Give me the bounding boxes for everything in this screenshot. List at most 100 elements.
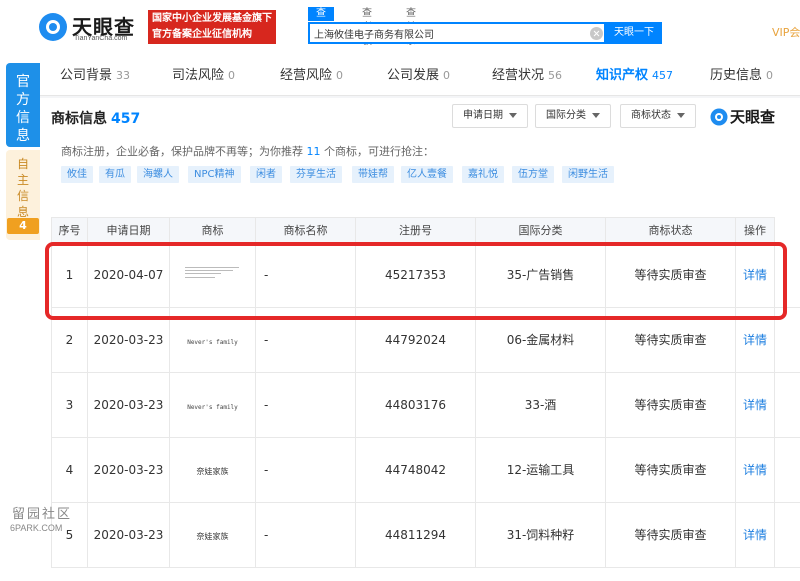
recommend-tag[interactable]: 带娃帮 (352, 166, 394, 183)
recommend-tag[interactable]: 海螺人 (137, 166, 179, 183)
table-row: 4 2020-03-23 奈娃家族 - 44748042 12-运输工具 等待实… (51, 438, 800, 503)
side-self-count-badge: 4 (7, 218, 39, 234)
side-tab-official-label: 官方信息 (16, 74, 30, 144)
cell-date: 2020-03-23 (88, 503, 170, 568)
cell-name: - (256, 438, 356, 503)
recommend-tag[interactable]: NPC精神 (188, 166, 241, 183)
tab-count: 56 (548, 69, 563, 82)
cell-mark-image[interactable]: 奈娃家族 (170, 503, 256, 568)
tab-count: 0 (766, 69, 774, 82)
recommend-tag[interactable]: 有瓜 (99, 166, 131, 183)
tab-business-status[interactable]: 经营状况 56 (492, 58, 562, 96)
recommend-count: 11 (306, 145, 321, 158)
recommend-tag[interactable]: 闲者 (250, 166, 282, 183)
trademark-image-text: 奈娃家族 (196, 532, 229, 541)
watermark-line1: 留园社区 (12, 507, 73, 522)
col-header-mark: 商标 (170, 217, 256, 243)
cell-reg-no: 44803176 (356, 373, 476, 438)
table-row: 3 2020-03-23 Never's family - 44803176 3… (51, 373, 800, 438)
filter-intl-class[interactable]: 国际分类 (535, 104, 611, 128)
filter-mark-status[interactable]: 商标状态 (620, 104, 696, 128)
tab-history-info[interactable]: 历史信息 0 (710, 58, 773, 96)
filter-apply-date[interactable]: 申请日期 (452, 104, 528, 128)
tab-operating-risk[interactable]: 经营风险 0 (280, 58, 343, 96)
col-header-no: 序号 (51, 217, 88, 243)
caret-down-icon (677, 112, 685, 118)
clear-icon[interactable] (590, 27, 603, 40)
cell-no: 3 (51, 373, 88, 438)
cell-mark-image[interactable]: 奈娃家族 (170, 438, 256, 503)
recommend-tag[interactable]: 闲野生活 (562, 166, 614, 183)
caret-down-icon (592, 112, 600, 118)
search-tab-company[interactable]: 查公司 (308, 7, 334, 47)
search-box (308, 22, 606, 44)
col-header-date: 申请日期 (88, 217, 170, 243)
cell-mark-image[interactable]: Never's family (170, 373, 256, 438)
search-input[interactable] (314, 26, 574, 41)
col-header-reg-no: 注册号 (356, 217, 476, 243)
section-title-count: 457 (111, 111, 141, 127)
tab-count: 0 (336, 69, 344, 82)
cell-status: 等待实质审查 (606, 373, 736, 438)
search-tab-relation[interactable]: 查关系 (398, 7, 424, 47)
tab-count: 33 (116, 69, 131, 82)
gov-badge-line1: 国家中小企业发展基金旗下 (152, 13, 272, 24)
cell-date: 2020-03-23 (88, 373, 170, 438)
tab-label: 知识产权 (596, 68, 649, 83)
trademark-image-text: 奈娃家族 (196, 467, 229, 476)
cell-name: - (256, 373, 356, 438)
cell-intl-class: 33-酒 (476, 373, 606, 438)
brand-text: 天眼查 (730, 108, 776, 126)
cell-status: 等待实质审查 (606, 438, 736, 503)
detail-link[interactable]: 详情 (736, 373, 775, 438)
caret-down-icon (509, 112, 517, 118)
trademark-card: 商标信息 457 申请日期 国际分类 商标状态 天眼查 商标注册，企业必备，保护品… (40, 98, 800, 581)
brand-mark-icon (710, 108, 728, 126)
tab-label: 公司发展 (387, 68, 440, 83)
brand-logo-right: 天眼查 (710, 106, 796, 128)
detail-link[interactable]: 详情 (736, 438, 775, 503)
cell-intl-class: 12-运输工具 (476, 438, 606, 503)
col-header-status: 商标状态 (606, 217, 736, 243)
tab-count: 0 (443, 69, 451, 82)
recommend-tag[interactable]: 嘉礼悦 (462, 166, 504, 183)
recommend-tag[interactable]: 攸佳 (61, 166, 93, 183)
col-header-name: 商标名称 (256, 217, 356, 243)
section-title: 商标信息 457 (51, 108, 140, 128)
side-tab-self-label: 自主信息 (16, 157, 29, 219)
tab-company-development[interactable]: 公司发展 0 (387, 58, 450, 96)
gov-badge: 国家中小企业发展基金旗下 官方备案企业征信机构 (148, 10, 276, 44)
recommend-tag[interactable]: 芬享生活 (290, 166, 342, 183)
search-tab-boss[interactable]: 查老板 (354, 7, 380, 47)
filter-label: 商标状态 (631, 110, 671, 121)
tab-company-background[interactable]: 公司背景 33 (60, 58, 130, 96)
cell-date: 2020-03-23 (88, 438, 170, 503)
recommend-prefix: 商标注册，企业必备，保护品牌不再等；为你推荐 (61, 145, 303, 158)
recommend-text: 商标注册，企业必备，保护品牌不再等；为你推荐 11 个商标，可进行抢注： (61, 143, 434, 159)
watermark-line2: 6PARK.COM (10, 523, 63, 533)
cell-no: 4 (51, 438, 88, 503)
side-tab-official-info[interactable]: 官方信息 (6, 63, 40, 147)
col-header-intl-class: 国际分类 (476, 217, 606, 243)
table-row: 5 2020-03-23 奈娃家族 - 44811294 31-饲料种籽 等待实… (51, 503, 800, 568)
recommend-tag[interactable]: 伍方堂 (512, 166, 554, 183)
page-root: 天眼查 TianYanCha.com 国家中小企业发展基金旗下 官方备案企业征信… (0, 0, 800, 581)
recommend-tag[interactable]: 亿人壹餐 (401, 166, 453, 183)
tab-label: 历史信息 (710, 68, 763, 83)
vip-link[interactable]: VIP会 (772, 24, 800, 40)
search-button[interactable]: 天眼一下 (606, 22, 662, 44)
top-header: 天眼查 TianYanCha.com 国家中小企业发展基金旗下 官方备案企业征信… (0, 0, 800, 58)
filter-label: 国际分类 (546, 110, 586, 121)
cell-reg-no: 44748042 (356, 438, 476, 503)
tab-label: 公司背景 (60, 68, 113, 83)
tab-intellectual-property[interactable]: 知识产权 457 (596, 58, 673, 96)
tab-count: 0 (228, 69, 236, 82)
gov-badge-line2: 官方备案企业征信机构 (152, 29, 252, 40)
highlight-frame (45, 242, 787, 320)
detail-link[interactable]: 详情 (736, 503, 775, 568)
col-header-action: 操作 (736, 217, 775, 243)
cell-reg-no: 44811294 (356, 503, 476, 568)
recommend-suffix: 个商标，可进行抢注： (324, 145, 434, 158)
tab-judicial-risk[interactable]: 司法风险 0 (172, 58, 235, 96)
tianyancha-logo[interactable]: 天眼查 TianYanCha.com (38, 10, 146, 50)
